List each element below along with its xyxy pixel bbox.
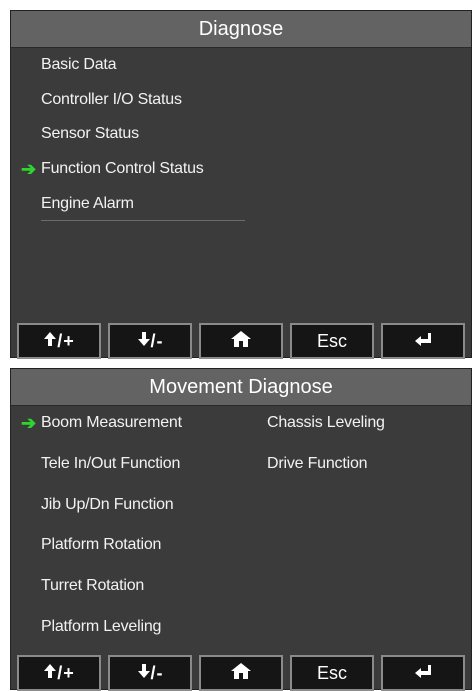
panel-title: Movement Diagnose xyxy=(11,369,471,406)
right-arrow-icon: ➔ xyxy=(21,159,37,179)
menu-item-drive-function[interactable]: Drive Function xyxy=(267,454,368,474)
up-plus-button[interactable]: /+ xyxy=(17,323,101,359)
home-icon xyxy=(230,662,252,685)
menu-item-function-control-status[interactable]: Function Control Status xyxy=(41,159,204,179)
down-minus-label: /- xyxy=(150,330,164,351)
up-arrow-icon xyxy=(43,663,57,684)
up-plus-label: /+ xyxy=(57,330,75,351)
menu-item-platform-leveling[interactable]: Platform Leveling xyxy=(41,617,161,637)
enter-icon xyxy=(413,331,433,352)
button-bar: /+ /- Esc xyxy=(11,323,471,359)
down-arrow-icon xyxy=(137,663,151,684)
down-minus-label: /- xyxy=(150,662,164,683)
menu-item-basic-data[interactable]: Basic Data xyxy=(41,55,117,75)
diagnose-panel: Diagnose ➔ Basic Data Controller I/O Sta… xyxy=(10,10,472,359)
up-plus-button[interactable]: /+ xyxy=(17,655,101,691)
enter-button[interactable] xyxy=(381,655,465,691)
menu-item-engine-alarm[interactable]: Engine Alarm xyxy=(41,194,134,214)
esc-label: Esc xyxy=(316,330,347,351)
home-button[interactable] xyxy=(199,655,283,691)
down-arrow-icon xyxy=(137,331,151,352)
menu-item-controller-io-status[interactable]: Controller I/O Status xyxy=(41,90,182,110)
up-plus-label: /+ xyxy=(57,662,75,683)
esc-label: Esc xyxy=(316,662,347,683)
esc-button[interactable]: Esc xyxy=(290,323,374,359)
esc-button[interactable]: Esc xyxy=(290,655,374,691)
enter-icon xyxy=(413,663,433,684)
up-arrow-icon xyxy=(43,331,57,352)
menu-item-tele-in-out-function[interactable]: Tele In/Out Function xyxy=(41,454,180,474)
enter-button[interactable] xyxy=(381,323,465,359)
menu-item-jib-up-dn-function[interactable]: Jib Up/Dn Function xyxy=(41,495,174,515)
menu-item-turret-rotation[interactable]: Turret Rotation xyxy=(41,576,144,596)
menu-item-chassis-leveling[interactable]: Chassis Leveling xyxy=(267,413,385,433)
down-minus-button[interactable]: /- xyxy=(108,655,192,691)
home-button[interactable] xyxy=(199,323,283,359)
menu-item-platform-rotation[interactable]: Platform Rotation xyxy=(41,535,161,555)
right-arrow-icon: ➔ xyxy=(21,413,37,433)
down-minus-button[interactable]: /- xyxy=(108,323,192,359)
button-bar: /+ /- Esc xyxy=(11,655,471,691)
menu-divider xyxy=(41,220,245,221)
menu-item-boom-measurement[interactable]: Boom Measurement xyxy=(41,413,182,433)
movement-diagnose-panel: Movement Diagnose ➔ Boom Measurement Tel… xyxy=(10,368,472,691)
home-icon xyxy=(230,330,252,353)
menu-item-sensor-status[interactable]: Sensor Status xyxy=(41,124,139,144)
panel-title: Diagnose xyxy=(11,11,471,48)
